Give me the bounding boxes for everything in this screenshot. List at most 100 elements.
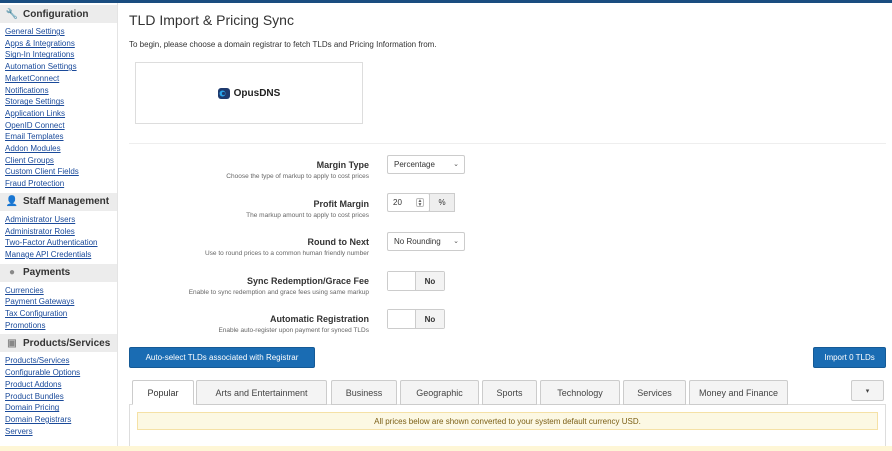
profit-margin-label-group: Profit Margin The markup amount to apply… [246,199,369,219]
round-to-next-select[interactable]: No Rounding ⌄ [387,232,465,251]
auto-select-tlds-button[interactable]: Auto-select TLDs associated with Registr… [129,347,315,368]
sidebar-section-title: Staff Management [23,196,110,208]
percent-addon: % [429,193,455,212]
tab-panel: All prices below are shown converted to … [129,404,886,451]
margin-type-label: Margin Type [316,160,369,170]
stepper-icon[interactable]: ▲ ▼ [416,198,424,208]
auto-registration-label: Automatic Registration [269,314,369,324]
sidebar-link[interactable]: Addon Modules [5,144,61,153]
round-to-next-desc: Use to round prices to a common human fr… [204,250,369,257]
page-title: TLD Import & Pricing Sync [129,12,294,28]
currency-notice: All prices below are shown converted to … [137,412,878,430]
profit-margin-label: Profit Margin [313,199,370,209]
sidebar-link[interactable]: Custom Client Fields [5,167,79,176]
round-to-next-label: Round to Next [307,237,370,247]
coin-icon: ● [8,267,16,279]
intro-text: To begin, please choose a domain registr… [129,40,437,49]
sidebar-link[interactable]: Apps & Integrations [5,39,75,48]
section-divider [129,143,886,144]
sync-redemption-label: Sync Redemption/Grace Fee [246,276,369,286]
registrar-name: OpusDNS [233,87,281,99]
main-content: TLD Import & Pricing Sync To begin, plea… [129,3,892,451]
tab-sports[interactable]: Sports [482,380,537,405]
user-icon: 👤 [5,196,19,208]
sidebar-link[interactable]: Products/Services [5,356,69,365]
margin-type-select[interactable]: Percentage ⌄ [387,155,465,174]
sidebar-link[interactable]: Client Groups [5,156,54,165]
tab-popular[interactable]: Popular [132,380,194,405]
chevron-down-icon: ⌄ [453,161,459,168]
toggle-knob [388,310,416,328]
sidebar-link[interactable]: Administrator Users [5,215,75,224]
sidebar-link[interactable]: Servers [5,427,33,436]
sidebar-link[interactable]: General Settings [5,27,65,36]
profit-margin-desc: The markup amount to apply to cost price… [246,212,369,219]
margin-type-value: Percentage [394,160,435,169]
sidebar-link[interactable]: Two-Factor Authentication [5,238,98,247]
registrar-logo: OpusDNS [217,87,281,99]
tld-category-tabs: All prices below are shown converted to … [129,377,886,451]
round-to-next-value: No Rounding [394,237,441,246]
sidebar-links-configuration: General Settings Apps & Integrations Sig… [0,26,117,190]
sync-redemption-label-group: Sync Redemption/Grace Fee Enable to sync… [189,276,369,296]
sidebar: 🔧 Configuration General Settings Apps & … [0,3,118,451]
sidebar-section-configuration: 🔧 Configuration [0,5,117,23]
sidebar-section-title: Payments [23,267,71,279]
margin-type-label-group: Margin Type Choose the type of markup to… [226,160,369,180]
toggle-knob [388,272,416,290]
opusdns-logo-icon [217,87,230,99]
sidebar-link[interactable]: OpenID Connect [5,121,65,130]
sidebar-links-payments: Currencies Payment Gateways Tax Configur… [0,285,117,332]
sidebar-link[interactable]: Manage API Credentials [5,250,91,259]
cube-icon: ▣ [7,337,17,349]
sidebar-link[interactable]: Domain Pricing [5,403,59,412]
sidebar-section-staff-management: 👤 Staff Management [0,192,117,211]
sidebar-link[interactable]: Administrator Roles [5,227,75,236]
auto-registration-desc: Enable auto-register upon payment for sy… [218,327,369,334]
toggle-state: No [416,310,444,328]
registrar-card-opusdns[interactable]: OpusDNS [135,62,363,124]
sidebar-link[interactable]: Email Templates [5,132,64,141]
auto-registration-toggle[interactable]: No [387,309,445,329]
sidebar-link[interactable]: Notifications [5,86,49,95]
sidebar-link[interactable]: Product Addons [5,380,61,389]
sync-redemption-toggle[interactable]: No [387,271,445,291]
sidebar-section-title: Configuration [23,8,89,20]
round-to-next-label-group: Round to Next Use to round prices to a c… [205,237,369,257]
sync-redemption-desc: Enable to sync redemption and grace fees… [188,289,369,296]
sidebar-link[interactable]: Storage Settings [5,97,64,106]
sidebar-link[interactable]: Domain Registrars [5,415,71,424]
toggle-state: No [416,272,444,290]
tab-business[interactable]: Business [331,380,397,405]
sidebar-link[interactable]: Promotions [5,321,45,330]
sidebar-links-staff: Administrator Users Administrator Roles … [0,214,117,261]
sidebar-link[interactable]: Configurable Options [5,368,80,377]
import-tlds-button[interactable]: Import 0 TLDs [813,347,886,368]
sidebar-link[interactable]: Tax Configuration [5,309,67,318]
sidebar-link[interactable]: Sign-In Integrations [5,50,74,59]
sidebar-link[interactable]: Fraud Protection [5,179,64,188]
more-tabs-dropdown[interactable]: ▾ [851,380,884,401]
tab-money-finance[interactable]: Money and Finance [689,380,788,405]
tab-geographic[interactable]: Geographic [400,380,479,405]
sidebar-section-payments: ● Payments [0,263,117,282]
sidebar-link[interactable]: Product Bundles [5,392,64,401]
tab-arts-entertainment[interactable]: Arts and Entertainment [196,380,327,405]
chevron-down-icon: ⌄ [453,238,459,245]
sidebar-link[interactable]: Application Links [5,109,65,118]
margin-type-desc: Choose the type of markup to apply to co… [226,173,369,180]
profit-margin-value: 20 [393,198,402,207]
profit-margin-input[interactable]: 20 ▲ ▼ [387,193,430,212]
sidebar-link[interactable]: Automation Settings [5,62,77,71]
tab-technology[interactable]: Technology [540,380,620,405]
sidebar-section-products: ▣ Products/Services [0,334,117,353]
sidebar-link[interactable]: MarketConnect [5,74,59,83]
tab-services[interactable]: Services [623,380,686,405]
sidebar-link[interactable]: Payment Gateways [5,297,74,306]
bottom-notice-strip [0,446,892,451]
auto-registration-label-group: Automatic Registration Enable auto-regis… [218,314,369,334]
caret-down-icon: ▾ [865,387,870,395]
sidebar-links-products: Products/Services Configurable Options P… [0,355,117,437]
sidebar-link[interactable]: Currencies [5,286,44,295]
wrench-icon: 🔧 [5,8,19,20]
